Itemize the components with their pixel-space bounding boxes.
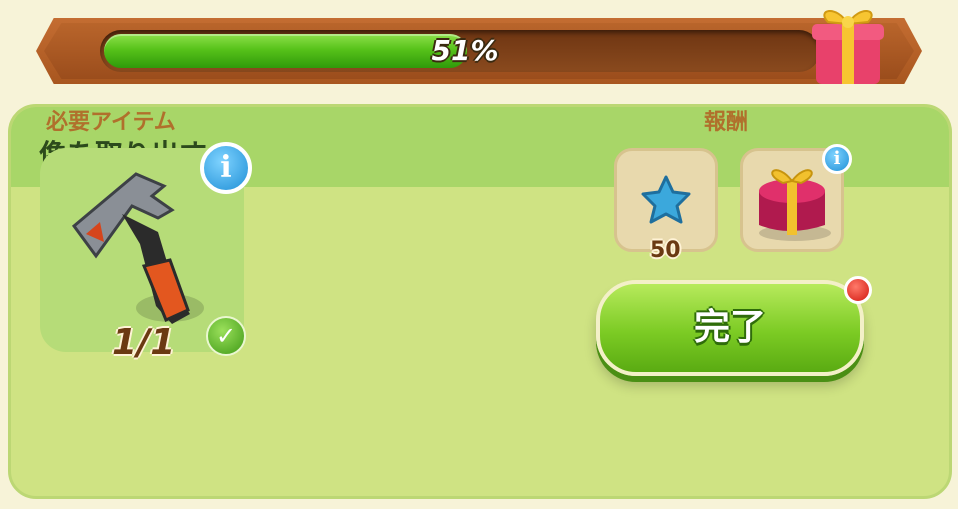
reward-label: 報酬 bbox=[704, 110, 749, 135]
notification-dot bbox=[844, 276, 872, 304]
blue-star-icon bbox=[617, 151, 715, 249]
quest-screen: 51% 像を取り出す 必要アイテム 報酬 i 1/1 ✓ bbox=[0, 0, 958, 509]
reward-info-button[interactable]: i bbox=[822, 144, 852, 174]
item-info-button[interactable]: i bbox=[200, 142, 252, 194]
progress-label: 51% bbox=[431, 34, 499, 67]
reward-star-count: 50 bbox=[650, 238, 681, 263]
complete-button[interactable]: 完了 bbox=[596, 280, 864, 376]
required-items-label: 必要アイテム bbox=[46, 110, 176, 135]
required-item-count: 1/1 bbox=[112, 322, 176, 363]
gift-box-icon[interactable] bbox=[806, 0, 892, 88]
reward-tile-star[interactable] bbox=[614, 148, 718, 252]
check-icon: ✓ bbox=[206, 316, 246, 356]
